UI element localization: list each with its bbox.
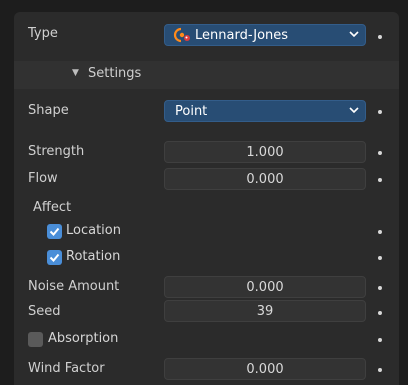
wind-factor-field[interactable]: 0.000 — [164, 358, 366, 380]
shape-value: Point — [175, 104, 208, 119]
type-keyframe-dot[interactable] — [378, 35, 382, 39]
noise-amount-value: 0.000 — [246, 280, 284, 295]
properties-window: Type Lennard-Jones ▼ Settings Shape Poin… — [0, 0, 408, 385]
flow-value: 0.000 — [246, 172, 284, 187]
rotation-keyframe-dot[interactable] — [378, 256, 382, 260]
type-value: Lennard-Jones — [195, 28, 289, 43]
shape-dropdown[interactable]: Point — [164, 100, 366, 122]
location-label[interactable]: Location — [66, 223, 121, 238]
noise-amount-keyframe-dot[interactable] — [378, 286, 382, 290]
shape-label: Shape — [28, 103, 69, 118]
flow-keyframe-dot[interactable] — [378, 178, 382, 182]
affect-row: Affect — [14, 196, 399, 220]
flow-label: Flow — [28, 171, 58, 186]
noise-amount-field[interactable]: 0.000 — [164, 276, 366, 298]
rotation-label[interactable]: Rotation — [66, 249, 120, 264]
flow-field[interactable]: 0.000 — [164, 168, 366, 190]
seed-label: Seed — [28, 304, 61, 319]
location-checkbox[interactable] — [47, 224, 62, 239]
location-keyframe-dot[interactable] — [378, 230, 382, 234]
strength-label: Strength — [28, 144, 85, 159]
shape-keyframe-dot[interactable] — [378, 110, 382, 114]
strength-keyframe-dot[interactable] — [378, 151, 382, 155]
strength-value: 1.000 — [246, 145, 284, 160]
magnet-orbit-icon — [173, 27, 191, 47]
type-dropdown[interactable]: Lennard-Jones — [164, 24, 366, 46]
seed-value: 39 — [256, 304, 274, 319]
chevron-down-icon — [349, 27, 359, 44]
settings-header-label: Settings — [88, 66, 142, 81]
wind-factor-label: Wind Factor — [28, 361, 105, 376]
seed-field[interactable]: 39 — [164, 300, 366, 322]
triangle-down-icon: ▼ — [72, 68, 79, 78]
affect-label: Affect — [33, 200, 72, 215]
absorption-keyframe-dot[interactable] — [378, 338, 382, 342]
absorption-label[interactable]: Absorption — [48, 331, 118, 346]
seed-keyframe-dot[interactable] — [378, 311, 382, 315]
wind-factor-keyframe-dot[interactable] — [378, 368, 382, 372]
wind-factor-value: 0.000 — [246, 362, 284, 377]
chevron-down-icon — [349, 103, 359, 120]
settings-subpanel-header[interactable]: ▼ Settings — [14, 61, 399, 89]
rotation-checkbox[interactable] — [47, 250, 62, 265]
type-label: Type — [28, 26, 58, 41]
absorption-checkbox[interactable] — [28, 332, 43, 347]
noise-amount-label: Noise Amount — [28, 279, 120, 294]
strength-field[interactable]: 1.000 — [164, 141, 366, 163]
